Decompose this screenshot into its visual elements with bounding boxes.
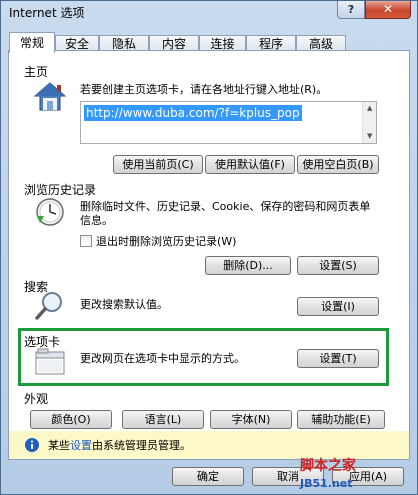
delete-on-exit-label[interactable]: 退出时删除浏览历史记录(W) xyxy=(96,235,236,249)
search-description: 更改搜索默认值。 xyxy=(80,298,168,311)
home-url-text[interactable]: http://www.duba.com/?f=kplus_pop xyxy=(84,105,302,121)
title-bar[interactable]: Internet 选项 ? ✕ xyxy=(1,1,417,23)
ok-button[interactable]: 确定 xyxy=(172,467,244,486)
watermark-sub: JB51.net xyxy=(300,477,353,490)
tabs-settings-button[interactable]: 设置(T) xyxy=(297,349,379,368)
home-description: 若要创建主页选项卡，请在各地址行键入地址(R)。 xyxy=(80,83,328,96)
fonts-button[interactable]: 字体(N) xyxy=(210,410,292,429)
use-current-button[interactable]: 使用当前页(C) xyxy=(113,155,203,174)
policy-info-suffix: 由系统管理员管理。 xyxy=(92,439,191,452)
colors-button[interactable]: 颜色(O) xyxy=(30,410,112,429)
history-description: 删除临时文件、历史记录、Cookie、保存的密码和网页表单信息。 xyxy=(80,200,371,227)
policy-settings-link[interactable]: 设置 xyxy=(70,439,92,452)
house-icon xyxy=(33,82,67,111)
window-title: Internet 选项 xyxy=(9,6,85,20)
search-settings-button[interactable]: 设置(I) xyxy=(297,297,379,316)
scroll-up-icon[interactable]: ▲ xyxy=(367,104,372,112)
site-watermark: 脚本之家 JB51.net xyxy=(300,455,356,491)
watermark-title: 脚本之家 xyxy=(300,458,356,474)
history-settings-button[interactable]: 设置(S) xyxy=(297,256,379,275)
tab-general[interactable]: 常规 xyxy=(9,32,55,53)
history-clock-icon xyxy=(36,198,64,226)
url-scrollbar[interactable]: ▲ ▼ xyxy=(362,102,376,143)
accessibility-button[interactable]: 辅助功能(E) xyxy=(297,410,385,429)
use-default-button[interactable]: 使用默认值(F) xyxy=(205,155,295,174)
languages-button[interactable]: 语言(L) xyxy=(122,410,204,429)
tabs-description: 更改网页在选项卡中显示的方式。 xyxy=(80,352,245,365)
help-button[interactable]: ? xyxy=(337,1,365,19)
magnifier-icon xyxy=(35,292,62,320)
use-blank-button[interactable]: 使用空白页(B) xyxy=(297,155,379,174)
home-heading: 主页 xyxy=(24,65,49,79)
delete-on-exit-checkbox[interactable] xyxy=(80,235,92,247)
policy-info-text: 某些设置由系统管理员管理。 xyxy=(48,439,191,453)
home-url-input[interactable]: http://www.duba.com/?f=kplus_pop ▲ ▼ xyxy=(80,101,377,144)
policy-info-prefix: 某些 xyxy=(48,439,70,452)
delete-history-button[interactable]: 删除(D)... xyxy=(205,256,291,275)
tab-window-icon xyxy=(35,348,65,375)
appearance-heading: 外观 xyxy=(24,392,49,406)
info-icon xyxy=(25,438,39,452)
close-button[interactable]: ✕ xyxy=(365,1,411,19)
scroll-down-icon[interactable]: ▼ xyxy=(367,132,372,140)
